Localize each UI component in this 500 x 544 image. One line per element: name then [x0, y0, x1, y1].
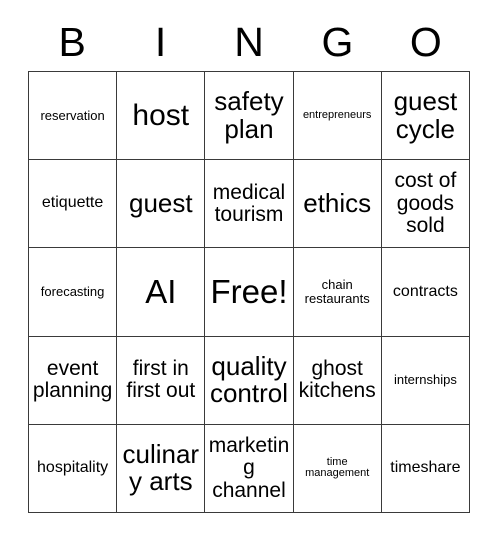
bingo-cell-g1[interactable]: entrepreneurs [293, 72, 382, 161]
bingo-header-letter-o: O [409, 19, 442, 65]
bingo-cell-i3[interactable]: AI [117, 248, 206, 337]
bingo-cell-i1[interactable]: host [117, 72, 206, 161]
bingo-card: B I N G O reservation host safety plan e… [0, 0, 500, 544]
bingo-cell-b3[interactable]: forecasting [29, 248, 118, 337]
bingo-header-letter-b: B [58, 19, 86, 65]
bingo-cell-label: contracts [392, 282, 458, 300]
bingo-header-row: B I N G O [28, 14, 470, 71]
bingo-grid: reservation host safety plan entrepreneu… [28, 71, 470, 513]
bingo-cell-o3[interactable]: contracts [381, 248, 470, 337]
bingo-cell-g3[interactable]: chain restaurants [293, 248, 382, 337]
bingo-cell-label: guest cycle [393, 86, 458, 144]
bingo-cell-i5[interactable]: culinary arts [117, 424, 206, 513]
bingo-cell-b2[interactable]: etiquette [29, 160, 118, 249]
bingo-header-letter-i: I [154, 19, 167, 65]
bingo-cell-o4[interactable]: internships [381, 336, 470, 425]
bingo-header-letter-g: G [321, 19, 354, 65]
bingo-cell-label: ethics [303, 188, 372, 219]
bingo-cell-label: reservation [40, 107, 105, 123]
bingo-cell-label: hospitality [37, 458, 109, 476]
bingo-cell-label: forecasting [40, 284, 105, 300]
bingo-cell-g2[interactable]: ethics [293, 160, 382, 249]
bingo-cell-label: ghost kitchens [298, 356, 376, 403]
bingo-cell-label: AI [145, 272, 177, 310]
bingo-cell-label: etiquette [41, 194, 104, 212]
bingo-cell-label: entrepreneurs [302, 108, 372, 121]
bingo-cell-label: event planning [32, 356, 113, 403]
bingo-cell-i2[interactable]: guest [117, 160, 206, 249]
bingo-cell-label: cost of goods sold [394, 169, 457, 237]
bingo-cell-b4[interactable]: event planning [29, 336, 118, 425]
bingo-cell-n5[interactable]: marketing channel [205, 424, 294, 513]
bingo-cell-label: safety plan [214, 86, 284, 144]
bingo-cell-label: internships [393, 372, 457, 388]
bingo-cell-free-space[interactable]: Free! [205, 248, 294, 337]
bingo-cell-label: timeshare [390, 458, 461, 476]
bingo-cell-label: culinary arts [122, 438, 200, 497]
bingo-cell-label: guest [128, 188, 193, 219]
bingo-cell-label: medical tourism [212, 180, 286, 226]
bingo-cell-b1[interactable]: reservation [29, 72, 118, 161]
bingo-cell-g5[interactable]: time management [293, 424, 382, 513]
bingo-cell-b5[interactable]: hospitality [29, 424, 118, 513]
bingo-cell-label: time management [305, 455, 370, 480]
bingo-cell-o2[interactable]: cost of goods sold [381, 160, 470, 249]
bingo-cell-n4[interactable]: quality control [205, 336, 294, 425]
bingo-cell-o5[interactable]: timeshare [381, 424, 470, 513]
bingo-cell-label: first in first out [126, 356, 196, 403]
bingo-cell-label: chain restaurants [304, 277, 370, 306]
bingo-cell-o1[interactable]: guest cycle [381, 72, 470, 161]
bingo-free-space-label: Free! [210, 272, 288, 310]
bingo-cell-i4[interactable]: first in first out [117, 336, 206, 425]
bingo-cell-n1[interactable]: safety plan [205, 72, 294, 161]
bingo-header-letter-n: N [234, 19, 264, 65]
bingo-cell-label: marketing channel [208, 434, 290, 502]
bingo-cell-label: host [132, 98, 190, 132]
bingo-cell-n2[interactable]: medical tourism [205, 160, 294, 249]
bingo-cell-g4[interactable]: ghost kitchens [293, 336, 382, 425]
bingo-cell-label: quality control [209, 350, 289, 409]
